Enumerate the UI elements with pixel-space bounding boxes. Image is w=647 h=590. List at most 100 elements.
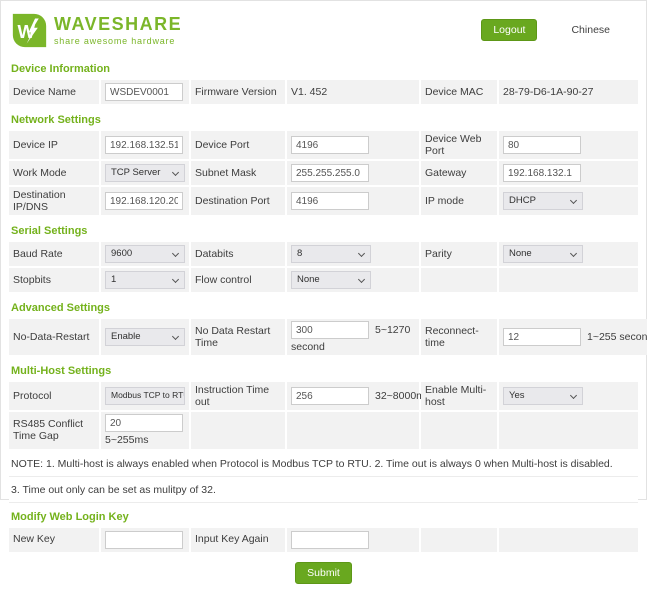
empty-cell — [421, 412, 497, 449]
table-row: New Key Input Key Again — [9, 527, 638, 552]
submit-button[interactable]: Submit — [295, 561, 352, 584]
ip-mode-label: IP mode — [421, 187, 497, 216]
waveshare-config-page: W WAVESHARE share awesome hardware Logou… — [0, 0, 647, 584]
table-row: Device IP Device Port Device Web Port — [9, 131, 638, 160]
chevron-down-icon — [171, 249, 180, 257]
work-mode-select[interactable]: TCP Server — [105, 164, 185, 183]
chevron-down-icon — [569, 196, 578, 204]
subnet-mask-input[interactable] — [291, 164, 369, 183]
no-data-restart-label: No-Data-Restart — [9, 319, 99, 356]
chevron-down-icon — [569, 391, 578, 399]
parity-select[interactable]: None — [503, 245, 583, 264]
baud-rate-value: 9600 — [111, 247, 133, 259]
stopbits-value: 1 — [111, 273, 117, 285]
rs485-conflict-gap-cell: 5~255ms — [101, 412, 189, 449]
page-header: W WAVESHARE share awesome hardware Logou… — [1, 1, 646, 55]
enable-multihost-select[interactable]: Yes — [503, 387, 583, 406]
device-ip-input[interactable] — [105, 136, 183, 155]
web-port-label: Device Web Port — [421, 131, 497, 160]
section-title-multi-host-settings: Multi-Host Settings — [11, 365, 112, 378]
destination-port-cell — [287, 187, 419, 216]
brand-name: WAVESHARE — [54, 13, 183, 34]
gateway-input[interactable] — [503, 164, 581, 183]
instruction-timeout-label: Instruction Time out — [191, 382, 285, 411]
section-title-serial-settings: Serial Settings — [11, 225, 88, 238]
destination-ip-cell — [101, 187, 189, 216]
parity-value: None — [509, 247, 532, 259]
baud-rate-cell: 9600 — [101, 242, 189, 267]
no-data-restart-value: Enable — [111, 330, 141, 342]
empty-cell — [499, 268, 638, 293]
ip-mode-select[interactable]: DHCP — [503, 192, 583, 211]
chevron-down-icon — [357, 249, 366, 257]
new-key-cell — [101, 527, 189, 552]
no-data-restart-time-input[interactable] — [291, 321, 369, 340]
device-ip-cell — [101, 131, 189, 160]
subnet-mask-cell — [287, 161, 419, 186]
empty-cell — [421, 268, 497, 293]
stopbits-select[interactable]: 1 — [105, 271, 185, 290]
flow-control-value: None — [297, 273, 320, 285]
firmware-version-value: V1. 452 — [287, 80, 419, 104]
stopbits-label: Stopbits — [9, 268, 99, 293]
chevron-down-icon — [171, 168, 180, 176]
device-name-cell — [101, 80, 189, 104]
flow-control-select[interactable]: None — [291, 271, 371, 290]
input-key-again-cell — [287, 527, 419, 552]
gateway-cell — [499, 161, 638, 186]
baud-rate-label: Baud Rate — [9, 242, 99, 267]
input-key-again-input[interactable] — [291, 530, 369, 549]
databits-value: 8 — [297, 247, 303, 259]
multihost-note-1: NOTE: 1. Multi-host is always enabled wh… — [9, 450, 638, 477]
logo-text: WAVESHARE share awesome hardware — [54, 15, 182, 46]
protocol-select[interactable]: Modbus TCP to RTU — [105, 387, 185, 406]
submit-area: Submit — [9, 554, 638, 590]
databits-select[interactable]: 8 — [291, 245, 371, 264]
table-row: Work Mode TCP Server Subnet Mask Gateway — [9, 161, 638, 186]
work-mode-cell: TCP Server — [101, 161, 189, 186]
destination-ip-input[interactable] — [105, 192, 183, 211]
enable-multihost-cell: Yes — [499, 382, 638, 411]
flow-control-cell: None — [287, 268, 419, 293]
waveshare-w-icon: W — [12, 13, 47, 47]
reconnect-time-range: 1~255 second — [587, 331, 647, 344]
instruction-timeout-input[interactable] — [291, 387, 369, 406]
no-data-restart-select[interactable]: Enable — [105, 328, 185, 347]
gateway-label: Gateway — [421, 161, 497, 186]
language-link[interactable]: Chinese — [571, 24, 610, 36]
web-port-cell — [499, 131, 638, 160]
stopbits-cell: 1 — [101, 268, 189, 293]
logout-button[interactable]: Logout — [481, 19, 538, 41]
new-key-input[interactable] — [105, 530, 183, 549]
empty-cell — [191, 412, 285, 449]
ip-mode-cell: DHCP — [499, 187, 638, 216]
enable-multihost-label: Enable Multi-host — [421, 382, 497, 411]
empty-cell — [287, 412, 419, 449]
no-data-restart-time-cell: 5~1270 second — [287, 319, 419, 356]
no-data-restart-cell: Enable — [101, 319, 189, 356]
waveshare-logo: W WAVESHARE share awesome hardware — [11, 12, 182, 49]
chevron-down-icon — [171, 275, 180, 283]
work-mode-value: TCP Server — [111, 166, 161, 178]
destination-port-input[interactable] — [291, 192, 369, 211]
destination-ip-label: Destination IP/DNS — [9, 187, 99, 216]
device-web-port-input[interactable] — [503, 136, 581, 155]
databits-cell: 8 — [287, 242, 419, 267]
flow-control-label: Flow control — [191, 268, 285, 293]
new-key-label: New Key — [9, 527, 99, 552]
device-port-input[interactable] — [291, 136, 369, 155]
device-port-label: Device Port — [191, 131, 285, 160]
device-name-input[interactable] — [105, 83, 183, 101]
section-title-network-settings: Network Settings — [11, 114, 101, 126]
parity-label: Parity — [421, 242, 497, 267]
device-ip-label: Device IP — [9, 131, 99, 160]
chevron-down-icon — [357, 275, 366, 283]
empty-cell — [499, 412, 638, 449]
rs485-conflict-gap-input[interactable] — [105, 414, 183, 433]
rs485-conflict-gap-range: 5~255ms — [105, 434, 149, 447]
baud-rate-select[interactable]: 9600 — [105, 245, 185, 264]
no-data-restart-time-range: 5~1270 — [375, 324, 411, 337]
multihost-note-2: 3. Time out only can be set as mulitpy o… — [9, 476, 638, 503]
table-row: No-Data-Restart Enable No Data Restart T… — [9, 319, 647, 356]
reconnect-time-input[interactable] — [503, 328, 581, 347]
